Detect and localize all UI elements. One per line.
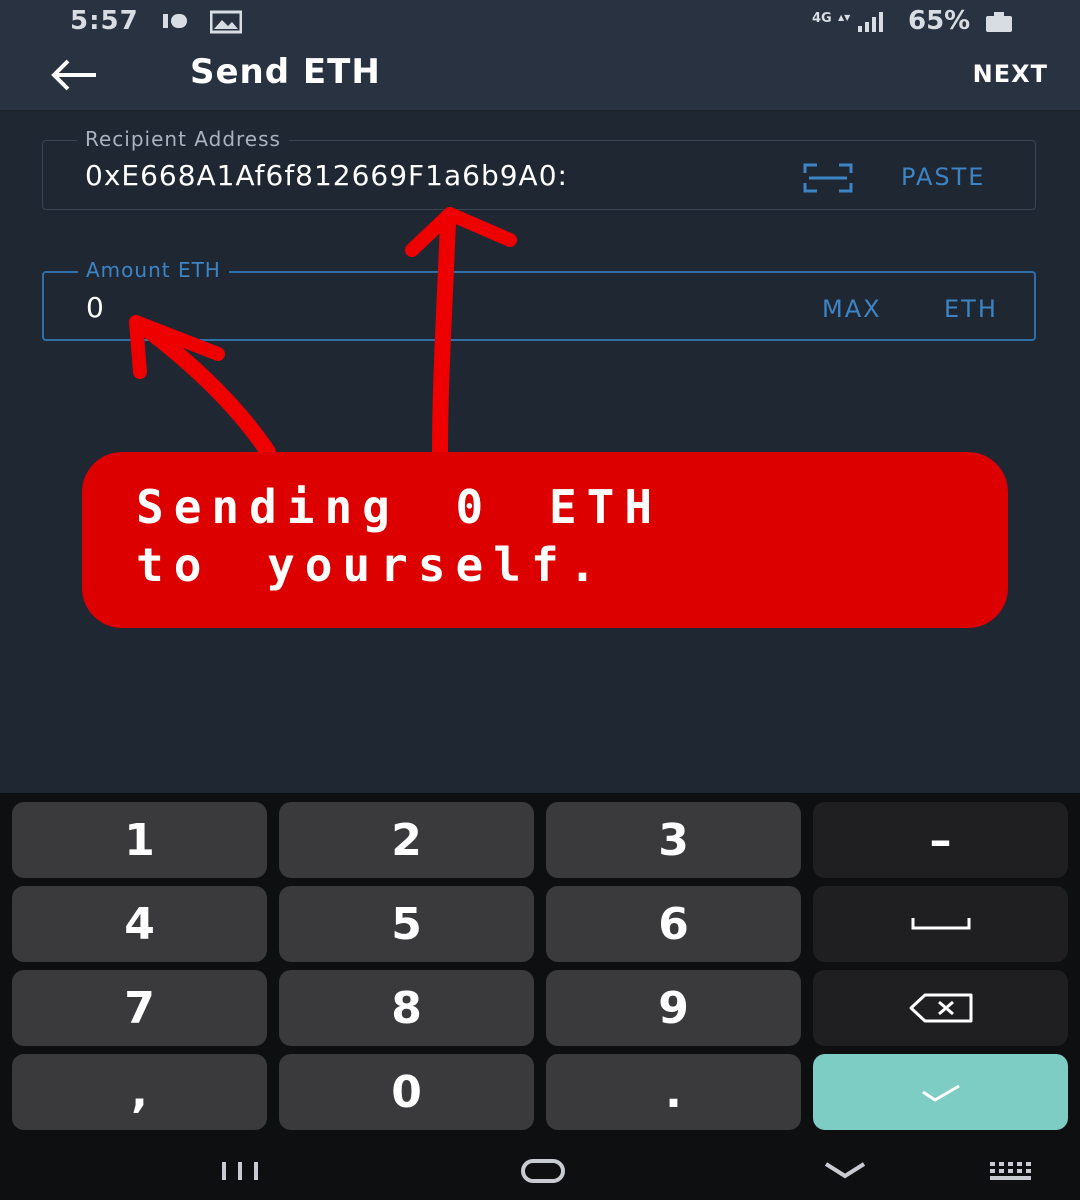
annotation-text: Sending 0 ETH to yourself. (136, 478, 996, 594)
annotation-line-1: Sending 0 ETH (136, 480, 663, 534)
key-minus[interactable]: – (813, 802, 1068, 878)
confirm-key[interactable] (813, 1054, 1068, 1130)
annotation-callout: Sending 0 ETH to yourself. (82, 452, 1008, 628)
backspace-icon (909, 993, 972, 1023)
key-backspace[interactable] (813, 970, 1068, 1046)
key-7[interactable]: 7 (12, 970, 267, 1046)
back-nav-icon[interactable] (822, 1160, 868, 1182)
system-nav-bar (0, 1138, 1080, 1200)
checkmark-icon (921, 1084, 960, 1102)
key-3[interactable]: 3 (546, 802, 801, 878)
key-5[interactable]: 5 (279, 886, 534, 962)
key-period[interactable]: . (546, 1054, 801, 1130)
key-9[interactable]: 9 (546, 970, 801, 1046)
space-icon (911, 918, 970, 930)
annotation-arrows (129, 207, 517, 460)
annotation-line-2: to yourself. (136, 538, 607, 592)
key-8[interactable]: 8 (279, 970, 534, 1046)
key-0[interactable]: 0 (279, 1054, 534, 1130)
numeric-keypad: 1 2 3 – 4 5 6 7 8 9 , 0 . (0, 793, 1080, 1138)
key-comma[interactable]: , (12, 1054, 267, 1130)
keyboard-icon[interactable] (986, 1160, 1042, 1182)
key-4[interactable]: 4 (12, 886, 267, 962)
key-1[interactable]: 1 (12, 802, 267, 878)
key-2[interactable]: 2 (279, 802, 534, 878)
recent-apps-icon[interactable] (220, 1160, 262, 1182)
home-icon[interactable] (520, 1158, 566, 1184)
key-6[interactable]: 6 (546, 886, 801, 962)
key-space[interactable] (813, 886, 1068, 962)
